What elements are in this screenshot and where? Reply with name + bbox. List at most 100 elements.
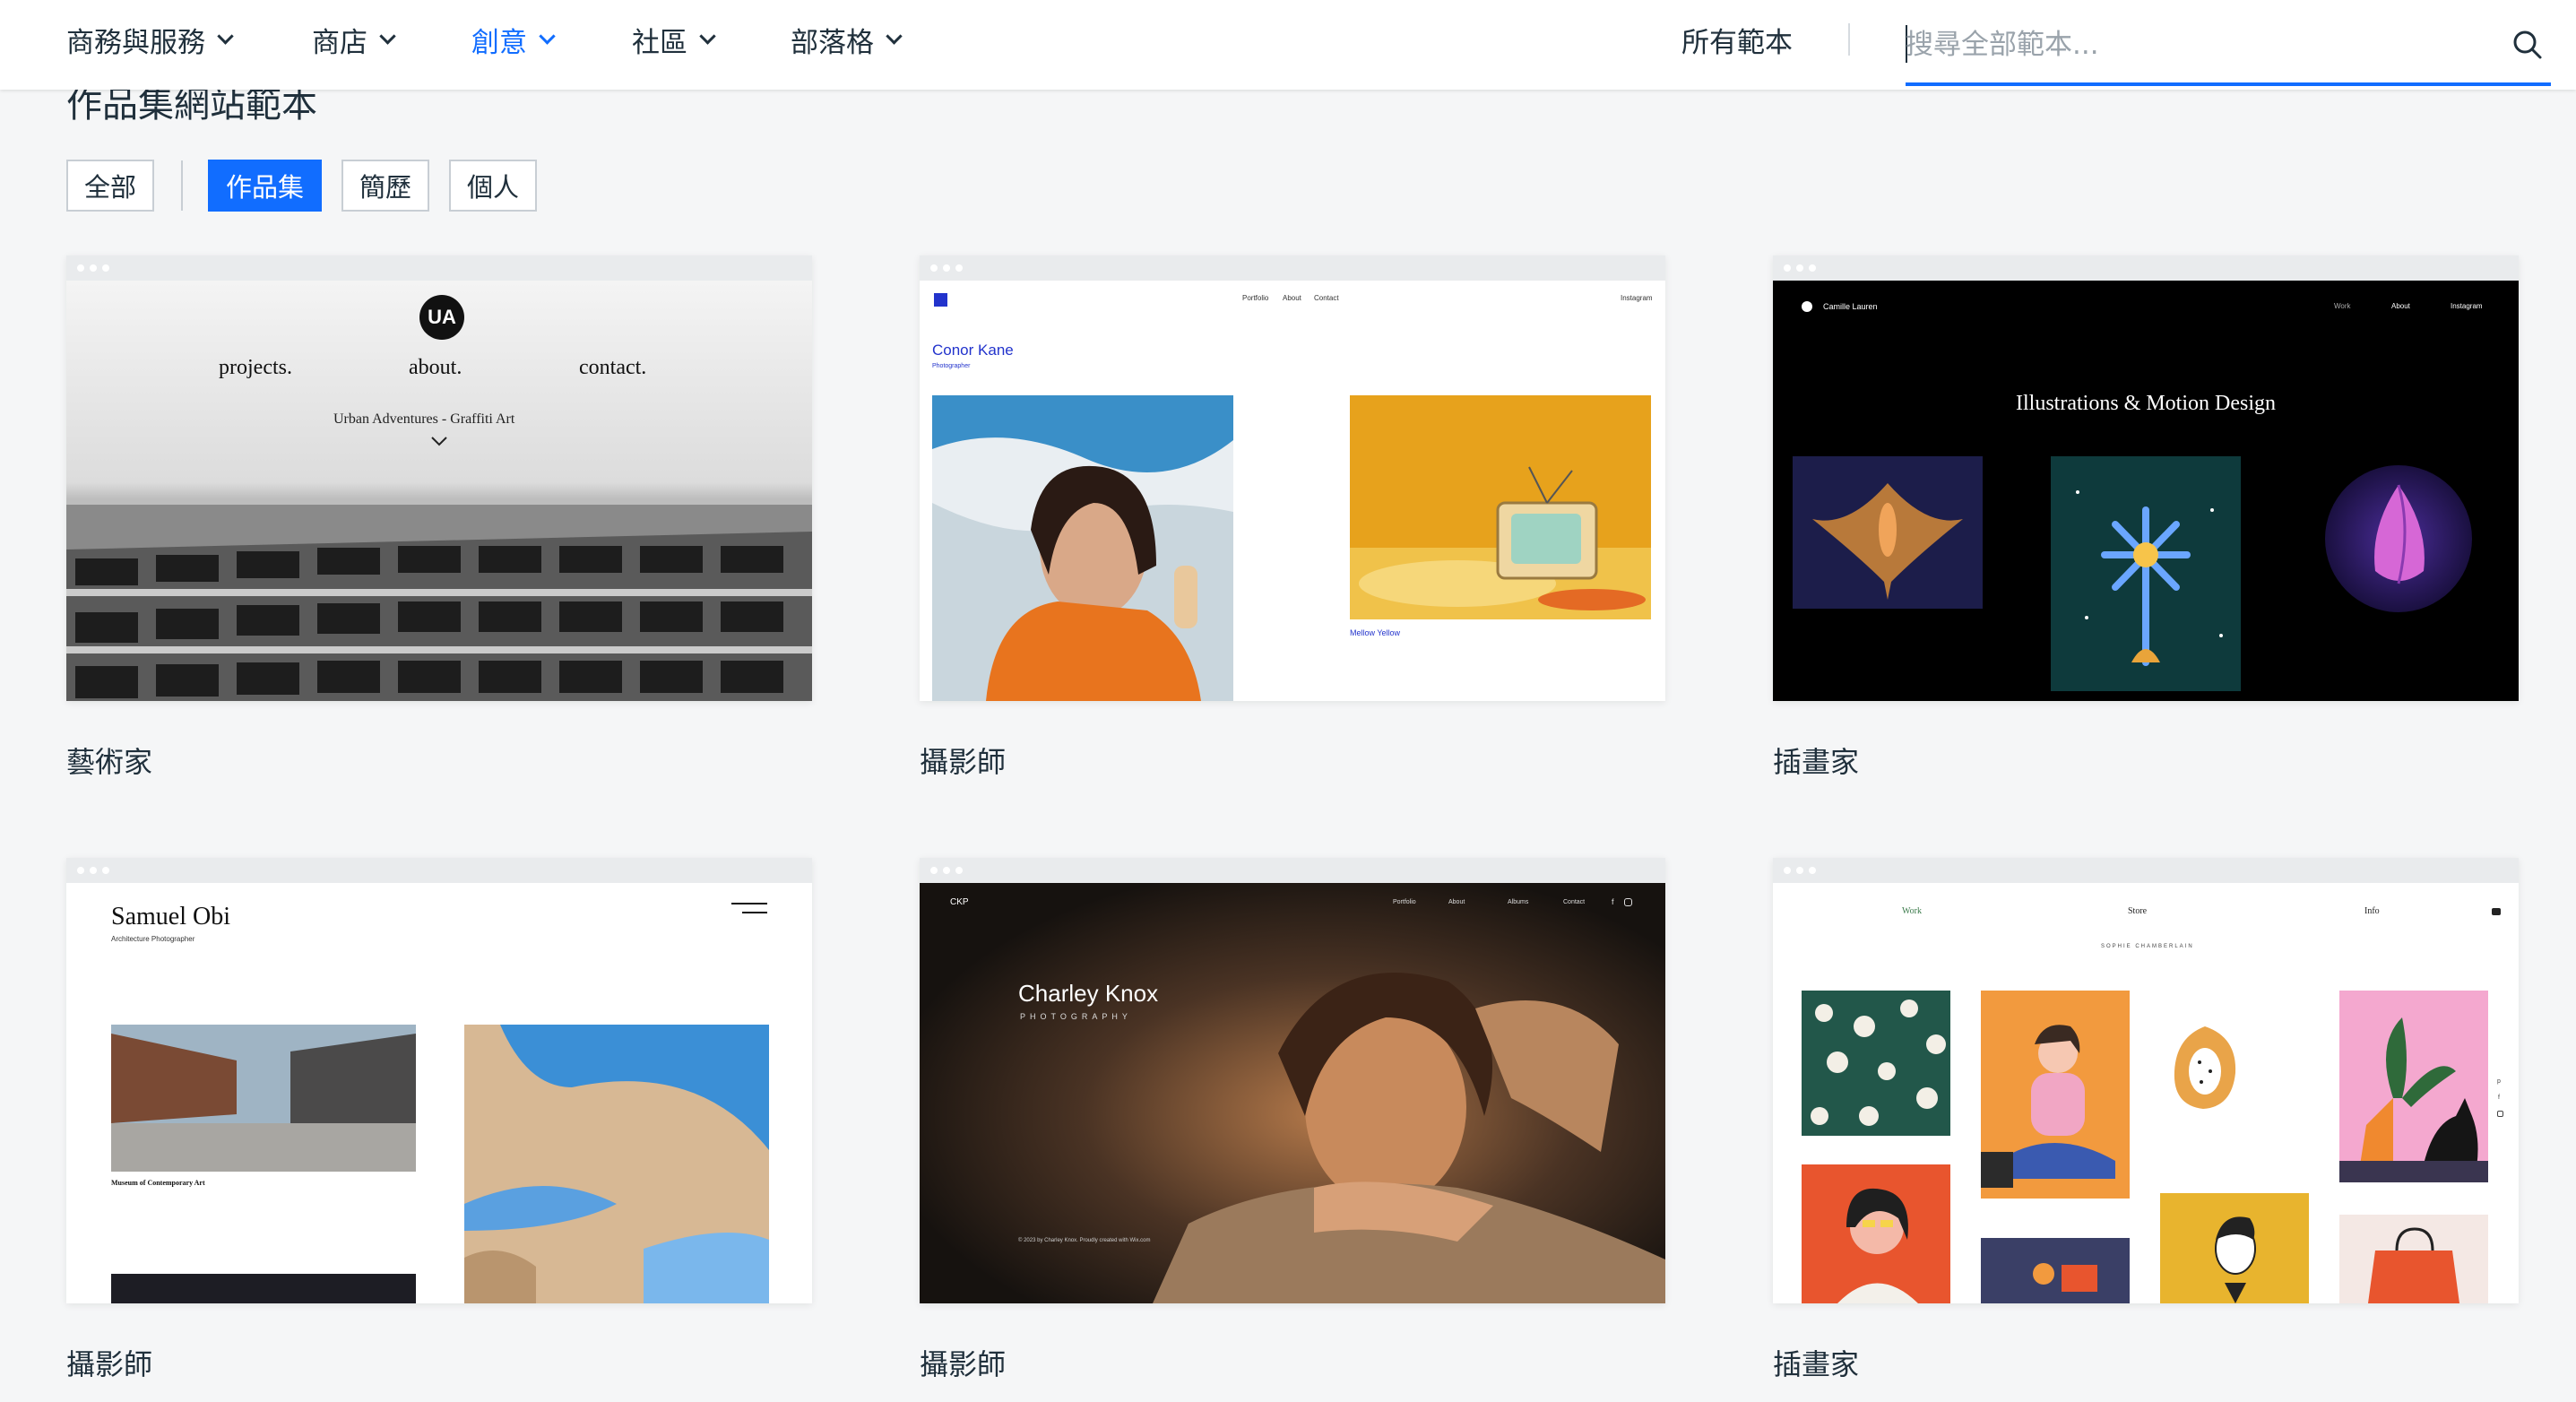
- nav-label: 商務與服務: [66, 26, 205, 59]
- bag-illustration: [2339, 1215, 2488, 1303]
- pattern-illustration: [1802, 991, 1950, 1136]
- template-card-illustrator-store[interactable]: Work Store Info SOPHIE CHAMBERLAIN p f 插…: [1773, 858, 2519, 1382]
- search-box: [1906, 13, 2551, 86]
- template-thumbnail[interactable]: UA projects. about. contact. Urban Adven…: [66, 255, 812, 701]
- preview-nav-portfolio: Portfolio: [1393, 899, 1416, 905]
- woman-portrait-illustration: [1802, 1164, 1950, 1303]
- preview-role: Architecture Photographer: [111, 935, 195, 943]
- preview-nav-about: About: [2391, 302, 2410, 310]
- browser-frame-bar: [66, 255, 812, 281]
- template-card-photographer[interactable]: Portfolio About Contact Instagram Conor …: [920, 255, 1665, 780]
- arch-photo: [464, 1025, 769, 1303]
- museum-photo: [111, 1025, 416, 1172]
- template-preview: Portfolio About Contact Instagram Conor …: [920, 281, 1665, 701]
- building-photo: [66, 505, 812, 701]
- template-thumbnail[interactable]: Camille Lauren Work About Instagram Illu…: [1773, 255, 2519, 701]
- template-thumbnail[interactable]: CKP Portfolio About Albums Contact f Cha…: [920, 858, 1665, 1303]
- preview-logo: CKP: [950, 897, 969, 907]
- browser-frame-bar: [1773, 255, 2519, 281]
- circle-logo-icon: [1802, 301, 1812, 312]
- template-card-label: 攝影師: [920, 1347, 1007, 1381]
- nav-business-services[interactable]: 商務與服務: [66, 0, 234, 79]
- template-card-photographer-architecture[interactable]: Samuel Obi Architecture Photographer Mus…: [66, 858, 812, 1382]
- preview-nav-work: Work: [2334, 302, 2351, 310]
- nav-label: 創意: [471, 26, 527, 59]
- browser-frame-bar: [920, 255, 1665, 281]
- preview-nav-albums: Albums: [1508, 899, 1529, 905]
- preview-nav-work: Work: [1902, 906, 1922, 916]
- nav-divider: [1848, 23, 1850, 56]
- preview-nav-portfolio: Portfolio: [1242, 294, 1269, 302]
- preview-name: Conor Kane: [932, 342, 1014, 359]
- top-navigation-bar: 商務與服務 商店 創意 社區 部落格 所有範本: [0, 0, 2576, 90]
- preview-nav-contact: contact.: [579, 356, 647, 379]
- search-input[interactable]: [1906, 20, 2479, 70]
- nav-label: 商店: [312, 26, 367, 59]
- preview-nav-store: Store: [2128, 906, 2148, 916]
- filter-portfolio[interactable]: 作品集: [208, 160, 323, 212]
- filter-divider: [181, 160, 184, 211]
- face-illustration: [2160, 1193, 2309, 1303]
- template-thumbnail[interactable]: Work Store Info SOPHIE CHAMBERLAIN p f: [1773, 858, 2519, 1303]
- chevron-down-icon: [886, 27, 903, 45]
- filter-all[interactable]: 全部: [66, 160, 155, 212]
- template-card-artist[interactable]: UA projects. about. contact. Urban Adven…: [66, 255, 812, 780]
- category-filters: 全部 作品集 簡歷 個人: [66, 160, 557, 212]
- preview-nav-projects: projects.: [219, 356, 292, 379]
- search-icon[interactable]: [2510, 27, 2546, 63]
- instagram-icon: [2497, 1111, 2503, 1117]
- template-card-illustrator[interactable]: Camille Lauren Work About Instagram Illu…: [1773, 255, 2519, 780]
- template-card-label: 藝術家: [66, 745, 153, 779]
- nav-blog[interactable]: 部落格: [791, 0, 903, 79]
- nav-label: 社區: [632, 26, 687, 59]
- template-preview: CKP Portfolio About Albums Contact f Cha…: [920, 883, 1665, 1303]
- menu-icon-line: [742, 912, 767, 913]
- preview-name: Charley Knox: [1018, 980, 1159, 1007]
- shell-illustration: [2325, 465, 2472, 612]
- preview-nav-about: About: [1283, 294, 1301, 302]
- template-preview: Camille Lauren Work About Instagram Illu…: [1773, 281, 2519, 701]
- template-card-label: 插畫家: [1773, 745, 1860, 779]
- preview-brand: Camille Lauren: [1823, 302, 1878, 311]
- ua-logo: UA: [419, 295, 464, 340]
- filter-resume[interactable]: 簡歷: [341, 160, 430, 212]
- preview-name: Samuel Obi: [111, 903, 230, 930]
- menu-icon: [731, 903, 767, 904]
- browser-frame-bar: [920, 858, 1665, 883]
- preview-nav-instagram: Instagram: [2451, 302, 2483, 310]
- preview-brand: SOPHIE CHAMBERLAIN: [2101, 944, 2194, 949]
- chevron-down-icon: [217, 27, 234, 45]
- preview-footer: © 2023 by Charley Knox. Proudly created …: [1018, 1238, 1151, 1243]
- next-photo: [111, 1274, 416, 1303]
- template-preview: Work Store Info SOPHIE CHAMBERLAIN p f: [1773, 883, 2519, 1303]
- square-logo: [934, 293, 947, 307]
- template-card-label: 插畫家: [1773, 1347, 1860, 1381]
- pinterest-icon: p: [2497, 1078, 2501, 1085]
- preview-caption: Mellow Yellow: [1350, 628, 1401, 637]
- nav-community[interactable]: 社區: [632, 0, 716, 79]
- preview-role: Photographer: [932, 363, 971, 369]
- template-thumbnail[interactable]: Portfolio About Contact Instagram Conor …: [920, 255, 1665, 701]
- template-preview: UA projects. about. contact. Urban Adven…: [66, 281, 812, 701]
- template-card-label: 攝影師: [920, 745, 1007, 779]
- template-card-photographer-portrait[interactable]: CKP Portfolio About Albums Contact f Cha…: [920, 858, 1665, 1382]
- preview-subtitle: Urban Adventures - Graffiti Art: [333, 411, 515, 427]
- template-card-label: 攝影師: [66, 1347, 153, 1381]
- filter-personal[interactable]: 個人: [449, 160, 538, 212]
- preview-social: Instagram: [1621, 294, 1653, 302]
- cart-icon: [2492, 908, 2501, 915]
- chevron-down-icon: [699, 27, 716, 45]
- nav-creative[interactable]: 創意: [471, 0, 556, 79]
- preview-nav-contact: Contact: [1314, 294, 1339, 302]
- all-templates-link[interactable]: 所有範本: [1681, 0, 1793, 79]
- template-thumbnail[interactable]: Samuel Obi Architecture Photographer Mus…: [66, 858, 812, 1303]
- facebook-icon: f: [2498, 1095, 2500, 1101]
- still-life-photo: [1350, 395, 1651, 619]
- browser-frame-bar: [1773, 858, 2519, 883]
- flower-illustration: [2051, 456, 2241, 691]
- preview-nav-about: About: [1448, 899, 1465, 905]
- preview-nav-info: Info: [2364, 906, 2380, 916]
- preview-role: PHOTOGRAPHY: [1020, 1012, 1132, 1021]
- instagram-icon: [1624, 898, 1632, 906]
- nav-store[interactable]: 商店: [312, 0, 396, 79]
